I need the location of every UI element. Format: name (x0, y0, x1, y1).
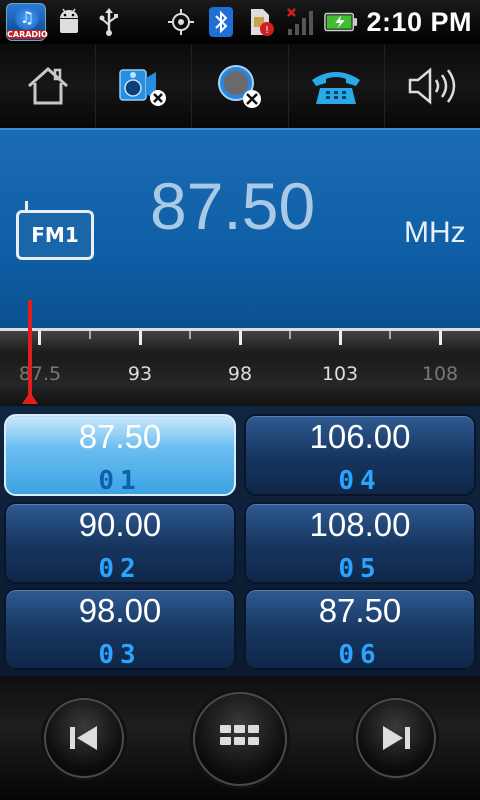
preset-button-02[interactable]: 90.00 02 (4, 502, 236, 584)
band-label: FM1 (31, 223, 79, 247)
preset-number: 04 (338, 466, 382, 496)
battery-charging-icon (324, 5, 358, 39)
app-icon-label: CARADIO (7, 30, 48, 39)
preset-frequency: 90.00 (78, 506, 162, 543)
preset-number: 01 (98, 466, 142, 496)
preset-frequency: 98.00 (78, 592, 162, 629)
preset-frequency: 87.50 (78, 418, 162, 455)
skip-next-icon (383, 726, 410, 750)
skip-previous-icon (70, 726, 97, 750)
volume-icon (409, 67, 456, 105)
dial-label: 87.5 (18, 363, 62, 385)
volume-button[interactable] (385, 44, 480, 128)
grid-menu-icon (220, 725, 259, 745)
dial-tick (439, 331, 442, 345)
preset-number: 05 (338, 554, 382, 584)
dial-tick (339, 331, 342, 345)
sim-alert-icon: ! (244, 5, 278, 39)
preset-number: 02 (98, 554, 142, 584)
frequency-unit: MHz (404, 216, 466, 249)
toolbar (0, 44, 480, 128)
preset-frequency: 106.00 (309, 418, 411, 455)
preset-number: 03 (98, 640, 142, 670)
dial-tick (38, 331, 41, 345)
preset-button-01[interactable]: 87.50 01 (4, 414, 236, 496)
dial-label: 93 (127, 363, 153, 385)
android-debug-icon (52, 5, 86, 39)
preset-grid: 87.50 01 106.00 04 90.00 02 108.00 05 98… (0, 406, 480, 676)
usb-icon (92, 5, 126, 39)
preset-frequency: 87.50 (318, 592, 402, 629)
menu-button[interactable] (193, 692, 287, 786)
preset-number: 06 (338, 640, 382, 670)
telephone-icon (312, 72, 361, 104)
signal-no-service-icon (284, 5, 318, 39)
tuning-dial[interactable]: 87.5 93 98 103 108 (0, 328, 480, 406)
svg-text:!: ! (265, 25, 269, 36)
dial-tick (289, 331, 291, 339)
home-button[interactable] (0, 44, 97, 128)
playback-controls (0, 676, 480, 800)
speaker-mute-button[interactable] (96, 44, 193, 128)
preset-button-06[interactable]: 87.50 06 (244, 588, 476, 670)
dial-tick (389, 331, 391, 339)
gps-icon (164, 5, 198, 39)
preset-button-04[interactable]: 106.00 04 (244, 414, 476, 496)
dial-label: 103 (321, 363, 359, 385)
preset-frequency: 108.00 (309, 506, 411, 543)
status-bar: ♫ CARADIO ! 2:10 PM (0, 0, 480, 44)
dial-tick (89, 331, 91, 339)
clock: 2:10 PM (366, 6, 472, 37)
home-icon (27, 66, 68, 105)
phone-button[interactable] (289, 44, 385, 128)
caradio-app-icon[interactable]: ♫ CARADIO (6, 3, 48, 41)
music-note-icon: ♫ (15, 6, 39, 30)
tuning-needle-marker (22, 392, 38, 404)
record-button[interactable] (192, 44, 289, 128)
status-right: ! 2:10 PM (158, 0, 472, 44)
speaker-mute-icon (119, 69, 166, 106)
dial-tick (189, 331, 191, 339)
bluetooth-icon (204, 5, 238, 39)
dial-tick (139, 331, 142, 345)
dial-tick (239, 331, 242, 345)
current-frequency: 87.50 (150, 169, 316, 243)
preset-button-05[interactable]: 108.00 05 (244, 502, 476, 584)
previous-button[interactable] (44, 698, 124, 778)
dial-label: 108 (421, 363, 459, 385)
tuning-needle[interactable] (28, 300, 32, 400)
next-button[interactable] (356, 698, 436, 778)
dial-label: 98 (227, 363, 253, 385)
band-badge[interactable]: FM1 (16, 201, 94, 260)
preset-button-03[interactable]: 98.00 03 (4, 588, 236, 670)
record-off-icon (218, 65, 261, 108)
